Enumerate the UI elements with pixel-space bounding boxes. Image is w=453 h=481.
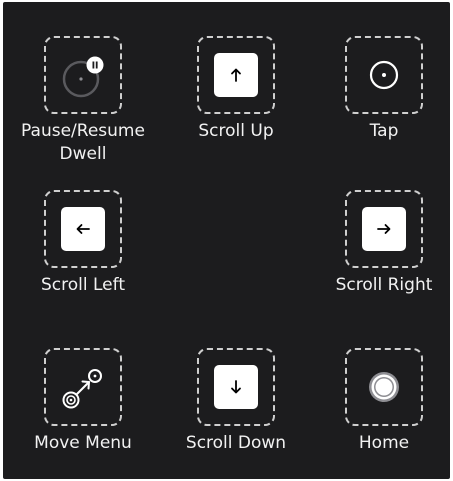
home-box xyxy=(345,348,423,426)
scroll-right-box xyxy=(345,190,423,268)
move-menu-label: Move Menu xyxy=(34,433,132,453)
move-menu-button[interactable]: Move Menu xyxy=(18,348,148,455)
scroll-right-label: Scroll Right xyxy=(335,275,433,295)
scroll-up-label: Scroll Up xyxy=(198,121,274,141)
tap-icon xyxy=(369,60,399,90)
scroll-left-button[interactable]: Scroll Left xyxy=(18,190,148,297)
pause-resume-dwell-box xyxy=(44,36,122,114)
scroll-up-button[interactable]: Scroll Up xyxy=(171,36,301,143)
home-button[interactable]: Home xyxy=(319,348,449,455)
arrow-down-icon xyxy=(231,380,241,394)
scroll-down-button[interactable]: Scroll Down xyxy=(171,348,301,455)
scroll-left-label: Scroll Left xyxy=(41,275,125,295)
scroll-down-key xyxy=(214,365,258,409)
move-menu-icon xyxy=(62,369,102,409)
scroll-up-box xyxy=(197,36,275,114)
arrow-right-icon xyxy=(377,224,391,234)
scroll-left-box xyxy=(44,190,122,268)
tap-label: Tap xyxy=(369,121,399,141)
scroll-down-label: Scroll Down xyxy=(185,433,287,453)
scroll-down-box xyxy=(197,348,275,426)
dwell-control-panel: Pause/Resume Dwell Scroll Up Tap Scroll … xyxy=(3,2,450,479)
scroll-right-key xyxy=(362,207,406,251)
arrow-left-icon xyxy=(76,224,90,234)
pause-resume-dwell-label: Pause/Resume Dwell xyxy=(21,121,145,164)
pause-resume-dwell-button[interactable]: Pause/Resume Dwell xyxy=(18,36,148,166)
tap-box xyxy=(345,36,423,114)
scroll-left-key xyxy=(61,207,105,251)
arrow-up-icon xyxy=(231,68,241,82)
move-menu-box xyxy=(44,348,122,426)
home-label: Home xyxy=(358,433,410,453)
scroll-right-button[interactable]: Scroll Right xyxy=(319,190,449,297)
home-icon xyxy=(369,372,399,402)
tap-button[interactable]: Tap xyxy=(319,36,449,143)
scroll-up-key xyxy=(214,53,258,97)
dwell-pause-icon xyxy=(62,56,104,98)
